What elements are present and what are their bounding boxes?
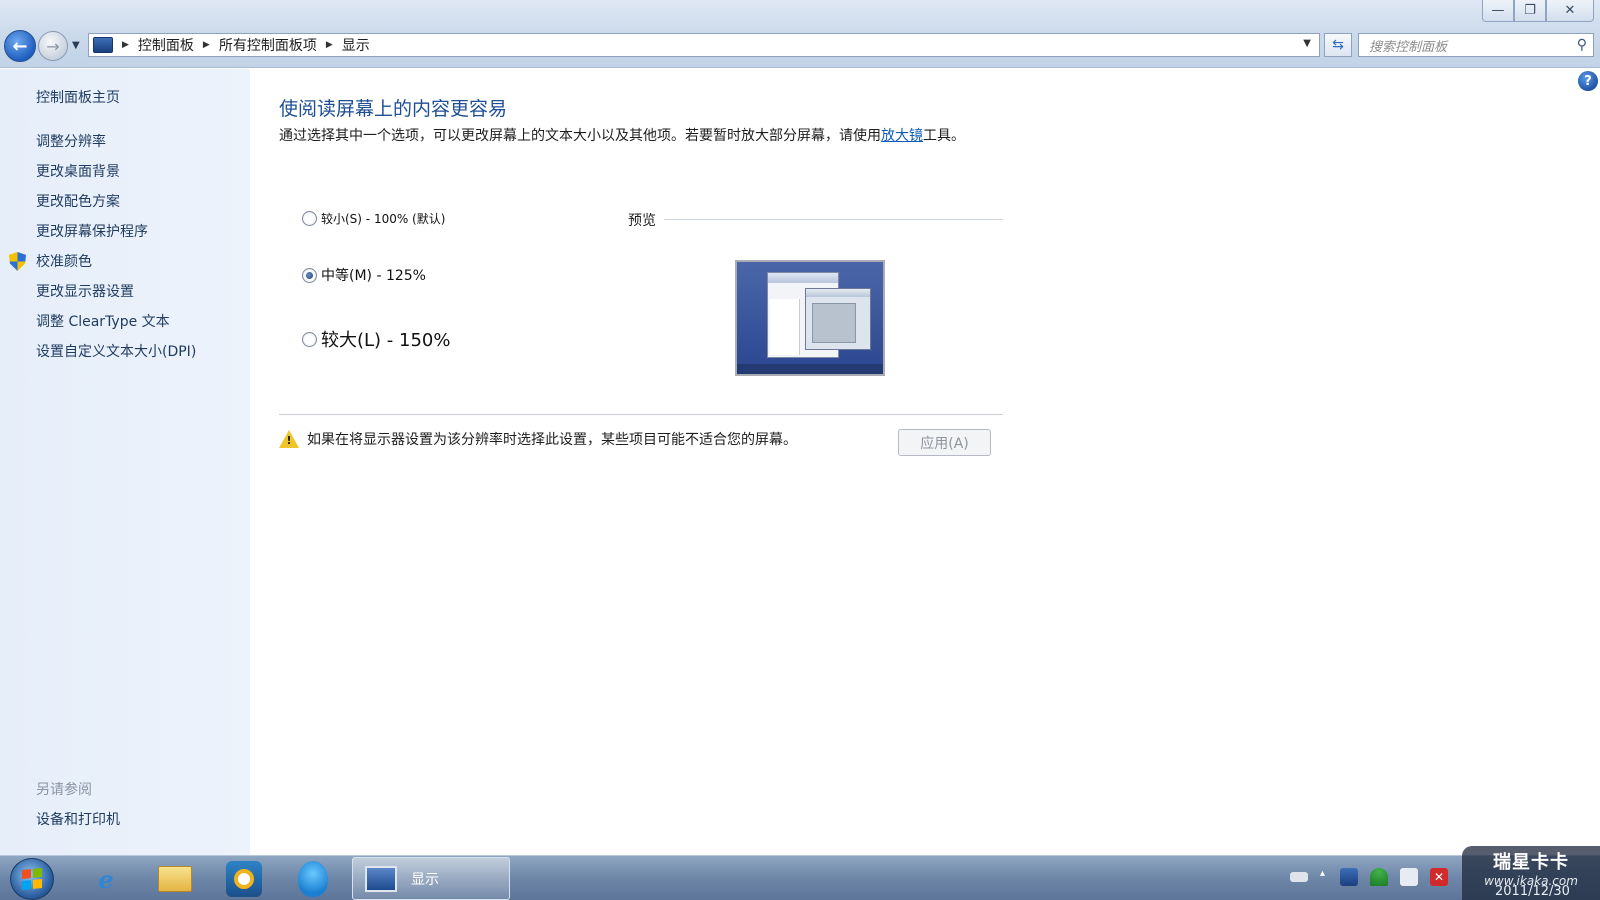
file-explorer-icon[interactable] [149, 859, 201, 899]
taskbar-item-label: 显示 [411, 871, 439, 888]
sidebar-link-calibrate-color[interactable]: 校准颜色 [36, 251, 92, 271]
keyboard-icon[interactable] [1290, 872, 1308, 882]
address-bar[interactable]: ▶ 控制面板 ▶ 所有控制面板项 ▶ 显示 ▼ [88, 33, 1320, 57]
minimize-button[interactable]: — [1482, 0, 1514, 22]
preview-image [735, 260, 885, 376]
option-smaller-label: 较小(S) - 100% (默认) [321, 212, 446, 226]
radio-medium[interactable] [302, 267, 317, 283]
recent-pages-dropdown[interactable]: ▼ [72, 40, 80, 51]
sidebar-link-custom-dpi[interactable]: 设置自定义文本大小(DPI) [36, 341, 196, 361]
preview-taskbar [737, 364, 883, 374]
monitor-icon [365, 865, 397, 892]
windows-logo-icon [22, 867, 42, 891]
preview-window-front [805, 288, 871, 350]
sidebar-link-desktop-background[interactable]: 更改桌面背景 [36, 161, 120, 181]
window-controls: — ❐ ✕ [1482, 0, 1594, 22]
radio-smaller[interactable] [302, 211, 317, 226]
computer-icon[interactable] [1400, 868, 1418, 886]
forward-button[interactable]: → [38, 31, 68, 61]
radio-larger[interactable] [302, 331, 317, 347]
control-panel-icon [93, 37, 113, 53]
option-medium[interactable]: 中等(M) - 125% [302, 265, 426, 285]
taskbar: e 显示 ▴ ✕ [0, 855, 1600, 900]
network-icon[interactable] [1340, 868, 1358, 886]
watermark-brand: 瑞星卡卡 [1493, 852, 1569, 873]
chevron-right-icon[interactable]: ▶ [203, 40, 210, 50]
start-button[interactable] [10, 858, 54, 900]
sidebar-link-resolution[interactable]: 调整分辨率 [36, 131, 106, 151]
qq-icon[interactable] [287, 859, 339, 899]
title-bar: — ❐ ✕ ← → ▼ ▶ 控制面板 ▶ 所有控制面板项 ▶ 显示 ▼ ⇆ 搜索… [0, 0, 1600, 68]
sidebar-link-cleartype[interactable]: 调整 ClearType 文本 [36, 311, 170, 331]
content-divider [279, 414, 1003, 415]
breadcrumb-control-panel[interactable]: 控制面板 [138, 35, 194, 55]
alert-icon[interactable]: ✕ [1430, 868, 1448, 886]
search-icon[interactable]: ⚲ [1577, 37, 1587, 53]
apply-button[interactable]: 应用(A) [898, 429, 991, 456]
sidebar-link-home[interactable]: 控制面板主页 [36, 87, 120, 107]
sidebar-link-color-scheme[interactable]: 更改配色方案 [36, 191, 120, 211]
preview-label: 预览 [628, 213, 656, 229]
media-player-icon[interactable] [218, 859, 270, 899]
back-button[interactable]: ← [4, 30, 36, 62]
shield-icon [9, 252, 26, 271]
search-placeholder: 搜索控制面板 [1369, 39, 1448, 55]
page-title: 使阅读屏幕上的内容更容易 [279, 98, 508, 120]
show-hidden-icons-icon[interactable]: ▴ [1320, 868, 1328, 886]
refresh-button[interactable]: ⇆ [1324, 33, 1352, 57]
option-larger-label: 较大(L) - 150% [321, 330, 451, 351]
description-text-end: 工具。 [923, 128, 965, 144]
taskbar-item-display[interactable]: 显示 [352, 857, 510, 900]
sidebar-link-display-settings[interactable]: 更改显示器设置 [36, 281, 134, 301]
breadcrumb-display[interactable]: 显示 [342, 35, 370, 55]
clock-date: 2011/12/30 [1495, 884, 1570, 899]
warning-icon: ! [279, 430, 299, 448]
address-dropdown-icon[interactable]: ▼ [1303, 38, 1311, 49]
system-tray: ▴ ✕ [1290, 868, 1448, 886]
sidebar: 控制面板主页 调整分辨率 更改桌面背景 更改配色方案 更改屏幕保护程序 校准颜色… [0, 69, 250, 855]
warning-text: 如果在将显示器设置为该分辨率时选择此设置，某些项目可能不适合您的屏幕。 [307, 432, 797, 448]
option-larger[interactable]: 较大(L) - 150% [302, 326, 450, 352]
description-text: 通过选择其中一个选项，可以更改屏幕上的文本大小以及其他项。若要暂时放大部分屏幕，… [279, 128, 881, 144]
sidebar-link-screensaver[interactable]: 更改屏幕保护程序 [36, 221, 148, 241]
page-description: 通过选择其中一个选项，可以更改屏幕上的文本大小以及其他项。若要暂时放大部分屏幕，… [279, 126, 999, 147]
breadcrumb-all-items[interactable]: 所有控制面板项 [219, 35, 317, 55]
see-also-heading: 另请参阅 [36, 782, 92, 798]
option-smaller[interactable]: 较小(S) - 100% (默认) [302, 210, 445, 227]
help-icon[interactable]: ? [1578, 71, 1598, 91]
chevron-right-icon[interactable]: ▶ [122, 40, 129, 50]
chevron-right-icon[interactable]: ▶ [326, 40, 333, 50]
close-button[interactable]: ✕ [1546, 0, 1594, 22]
preview-divider [664, 219, 1003, 220]
magnifier-link[interactable]: 放大镜 [881, 128, 923, 144]
sidebar-link-devices-printers[interactable]: 设备和打印机 [36, 809, 120, 829]
antivirus-icon[interactable] [1370, 868, 1388, 886]
maximize-button[interactable]: ❐ [1514, 0, 1546, 22]
search-input[interactable]: 搜索控制面板 ⚲ [1358, 33, 1594, 57]
internet-explorer-icon[interactable]: e [80, 859, 132, 899]
option-medium-label: 中等(M) - 125% [321, 268, 426, 284]
